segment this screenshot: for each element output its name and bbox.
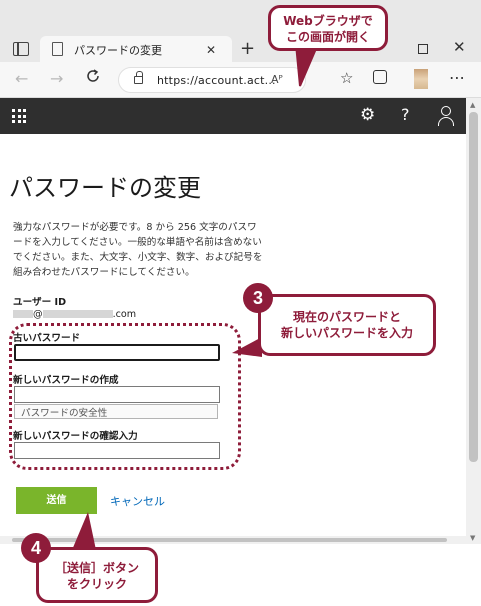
reload-glyph [87, 69, 99, 82]
reload-icon[interactable] [85, 68, 101, 89]
step-4-badge: 4 [21, 533, 51, 563]
callout-step-3: 現在のパスワードと 新しいパスワードを入力 [258, 294, 436, 356]
maximize-icon[interactable] [418, 44, 428, 54]
browser-toolbar: ← → https://account.act... Aᴾ ☆ ⋯ [0, 62, 481, 98]
forward-icon[interactable]: → [50, 69, 63, 88]
window-close-icon[interactable]: ✕ [453, 38, 466, 56]
favorites-icon[interactable]: ☆ [340, 69, 353, 87]
scroll-down-icon[interactable]: ▼ [470, 534, 475, 542]
callout-3-line1: 現在のパスワードと [292, 310, 401, 324]
url-text[interactable]: https://account.act... [157, 74, 276, 87]
read-aloud-icon[interactable]: Aᴾ [271, 73, 283, 86]
callout-4-line2: をクリック [66, 577, 127, 591]
address-bar[interactable]: https://account.act... Aᴾ [118, 67, 306, 93]
profile-avatar[interactable] [414, 69, 428, 89]
more-menu-icon[interactable]: ⋯ [449, 68, 466, 87]
user-id-value: @ .com [13, 309, 136, 320]
user-id-at: @ [33, 309, 43, 320]
step-3-badge: 3 [243, 283, 273, 313]
password-requirements-text: 強力なパスワードが必要です。8 から 256 文字のパスワードを入力してください… [13, 222, 263, 278]
browser-window: パスワードの変更 ✕ + ✕ ← → https://account.act..… [0, 0, 481, 606]
submit-button[interactable]: 送信 [16, 487, 97, 514]
account-icon[interactable] [437, 106, 455, 126]
scroll-thumb[interactable] [469, 112, 478, 462]
password-fields-highlight [9, 323, 241, 470]
collections-icon[interactable] [373, 70, 387, 84]
settings-gear-icon[interactable]: ⚙ [360, 105, 375, 125]
callout-step-4: ［送信］ボタン をクリック [36, 547, 158, 603]
new-tab-button[interactable]: + [240, 38, 255, 59]
masked-username [13, 310, 33, 318]
callout-browser-line2: この画面が開く [285, 30, 370, 44]
tab-title: パスワードの変更 [74, 44, 162, 57]
callout-4-line1: ［送信］ボタン [54, 561, 139, 575]
cancel-link[interactable]: キャンセル [110, 493, 165, 509]
tab-actions-icon[interactable] [13, 42, 29, 56]
back-icon[interactable]: ← [15, 69, 28, 88]
horizontal-scroll-thumb[interactable] [12, 538, 447, 542]
scroll-up-icon[interactable]: ▲ [470, 101, 475, 109]
masked-domain [42, 310, 113, 318]
tab-close-icon[interactable]: ✕ [206, 43, 216, 57]
page-icon [52, 42, 63, 56]
lock-icon[interactable] [134, 71, 143, 84]
page-title: パスワードの変更 [9, 174, 201, 202]
user-id-domain: .com [112, 309, 137, 320]
user-id-label: ユーザー ID [13, 297, 67, 308]
callout-browser: Webブラウザで この画面が開く [268, 5, 388, 51]
app-launcher-icon[interactable] [12, 109, 26, 123]
browser-tab[interactable]: パスワードの変更 [40, 36, 232, 62]
callout-browser-line1: Webブラウザで [283, 14, 373, 28]
help-icon[interactable]: ? [401, 105, 410, 124]
callout-3-line2: 新しいパスワードを入力 [280, 326, 413, 340]
app-header-bar [0, 98, 466, 134]
